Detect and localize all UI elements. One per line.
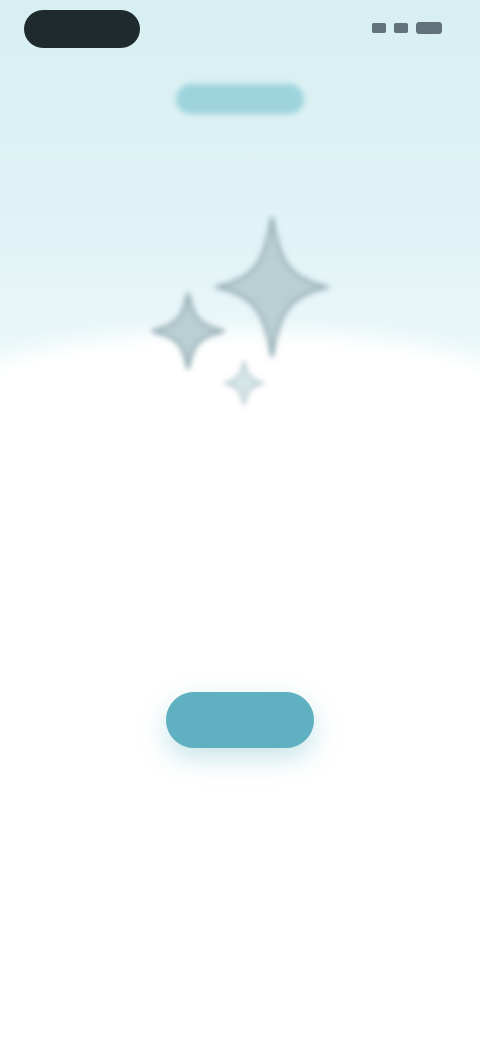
status-bar (0, 0, 480, 60)
signal-icon (372, 23, 386, 33)
status-icons (372, 22, 442, 34)
sparkles-icon (130, 195, 350, 425)
wifi-icon (394, 23, 408, 33)
battery-icon (416, 22, 442, 34)
app-screen (0, 0, 480, 1040)
primary-action-button[interactable] (166, 692, 314, 748)
dynamic-island (24, 10, 140, 48)
header-pill (176, 84, 304, 114)
